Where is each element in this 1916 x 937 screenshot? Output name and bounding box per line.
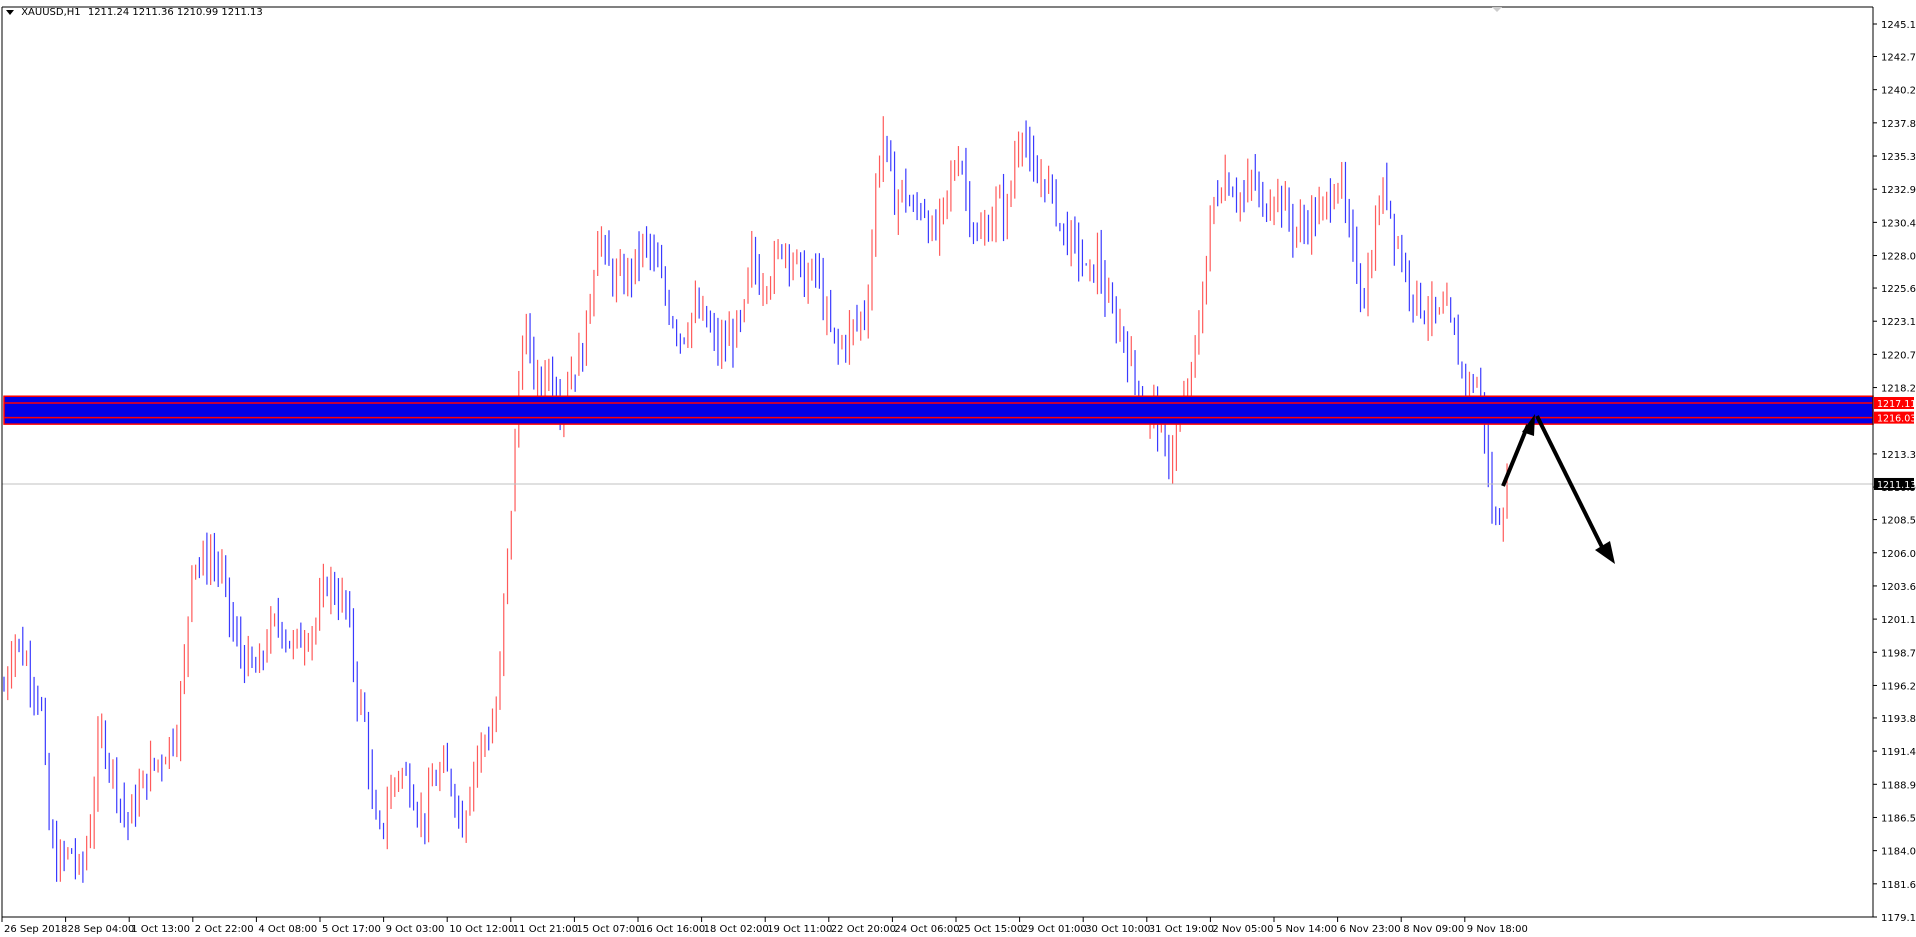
price-labels: 1217.11 1216.03 1211.13 bbox=[1874, 397, 1916, 491]
price-tick-label: 1193.85 bbox=[1881, 714, 1916, 725]
price-tick-label: 1237.80 bbox=[1881, 119, 1916, 130]
time-tick-label: 1 Oct 13:00 bbox=[131, 924, 190, 935]
price-tick-label: 1240.25 bbox=[1881, 86, 1916, 97]
time-tick-label: 5 Nov 14:00 bbox=[1276, 924, 1337, 935]
price-tick-label: 1196.25 bbox=[1881, 681, 1916, 692]
price-label-text: 1217.11 bbox=[1877, 399, 1916, 410]
price-label-tag: 1216.03 bbox=[1874, 411, 1916, 425]
time-tick-label: 5 Oct 17:00 bbox=[322, 924, 381, 935]
price-label-tag: 1217.11 bbox=[1874, 397, 1916, 410]
time-tick-label: 18 Oct 02:00 bbox=[704, 924, 769, 935]
price-tick-label: 1201.15 bbox=[1881, 615, 1916, 626]
time-tick-label: 2 Nov 05:00 bbox=[1212, 924, 1273, 935]
price-tick-label: 1218.25 bbox=[1881, 384, 1916, 395]
price-axis[interactable]: 1245.10 1242.70 1240.25 1237.80 1235.35 1232.… bbox=[1873, 20, 1916, 924]
down-arrow-shaft[interactable] bbox=[1535, 415, 1605, 550]
time-tick-label: 24 Oct 06:00 bbox=[894, 924, 959, 935]
time-tick-label: 8 Nov 09:00 bbox=[1403, 924, 1464, 935]
price-tick-label: 1213.35 bbox=[1881, 450, 1916, 461]
price-tick-label: 1223.15 bbox=[1881, 317, 1916, 328]
time-tick-label: 25 Oct 15:00 bbox=[958, 924, 1023, 935]
support-resistance-zone[interactable] bbox=[3, 395, 1874, 425]
down-arrow-head-icon bbox=[1595, 541, 1615, 564]
price-tick-label: 1203.60 bbox=[1881, 582, 1916, 593]
price-tick-label: 1184.05 bbox=[1881, 847, 1916, 858]
up-arrow-shaft[interactable] bbox=[1501, 424, 1530, 487]
time-tick-label: 4 Oct 08:00 bbox=[258, 924, 317, 935]
time-tick-label: 29 Oct 01:00 bbox=[1022, 924, 1087, 935]
chart-window[interactable]: XAUUSD,H1 1211.24 1211.36 1210.99 1211.1… bbox=[0, 0, 1916, 937]
price-tick-label: 1179.15 bbox=[1881, 913, 1916, 924]
time-tick-label: 22 Oct 20:00 bbox=[831, 924, 896, 935]
price-tick-label: 1245.10 bbox=[1881, 20, 1916, 31]
price-tick-label: 1188.95 bbox=[1881, 780, 1916, 791]
zone-rectangle[interactable] bbox=[3, 395, 1874, 425]
time-tick-label: 9 Oct 03:00 bbox=[386, 924, 445, 935]
price-tick-label: 1198.70 bbox=[1881, 648, 1916, 659]
price-label-text: 1216.03 bbox=[1877, 414, 1916, 425]
time-tick-label: 30 Oct 10:00 bbox=[1085, 924, 1150, 935]
time-axis[interactable]: 26 Sep 2018 28 Sep 04:001 Oct 13:00 2 Oct … bbox=[1, 917, 1528, 935]
price-tick-label: 1228.00 bbox=[1881, 252, 1916, 263]
price-tick-label: 1186.50 bbox=[1881, 813, 1916, 824]
time-tick-label: 26 Sep 2018 bbox=[4, 924, 67, 935]
candles-layer bbox=[3, 116, 1508, 883]
price-tick-label: 1191.40 bbox=[1881, 747, 1916, 758]
time-tick-label: 2 Oct 22:00 bbox=[195, 924, 254, 935]
time-tick-label: 31 Oct 19:00 bbox=[1149, 924, 1214, 935]
time-tick-label: 9 Nov 18:00 bbox=[1467, 924, 1528, 935]
projection-arrows[interactable] bbox=[1501, 414, 1615, 564]
price-tick-label: 1232.90 bbox=[1881, 185, 1916, 196]
time-tick-label: 6 Nov 23:00 bbox=[1340, 924, 1401, 935]
price-tick-label: 1242.70 bbox=[1881, 52, 1916, 63]
price-tick-label: 1235.35 bbox=[1881, 152, 1916, 163]
time-tick-label: 19 Oct 11:00 bbox=[767, 924, 832, 935]
price-tick-label: 1206.05 bbox=[1881, 549, 1916, 560]
price-tick-label: 1220.70 bbox=[1881, 350, 1916, 361]
price-label-tag: 1211.13 bbox=[1874, 477, 1916, 491]
time-tick-label: 16 Oct 16:00 bbox=[640, 924, 705, 935]
time-tick-label: 28 Sep 04:00 bbox=[68, 924, 135, 935]
time-tick-label: 15 Oct 07:00 bbox=[576, 924, 641, 935]
time-tick-label: 10 Oct 12:00 bbox=[449, 924, 514, 935]
price-tick-label: 1225.60 bbox=[1881, 284, 1916, 295]
time-tick-label: 11 Oct 21:00 bbox=[513, 924, 578, 935]
shift-marker-icon[interactable] bbox=[1492, 7, 1502, 12]
price-tick-label: 1230.45 bbox=[1881, 218, 1916, 229]
price-label-text: 1211.13 bbox=[1877, 480, 1916, 491]
axes-layer bbox=[1, 6, 1874, 918]
price-tick-label: 1208.50 bbox=[1881, 516, 1916, 527]
price-tick-label: 1181.60 bbox=[1881, 880, 1916, 891]
price-chart[interactable]: 1245.10 1242.70 1240.25 1237.80 1235.35 1232.… bbox=[0, 0, 1916, 937]
